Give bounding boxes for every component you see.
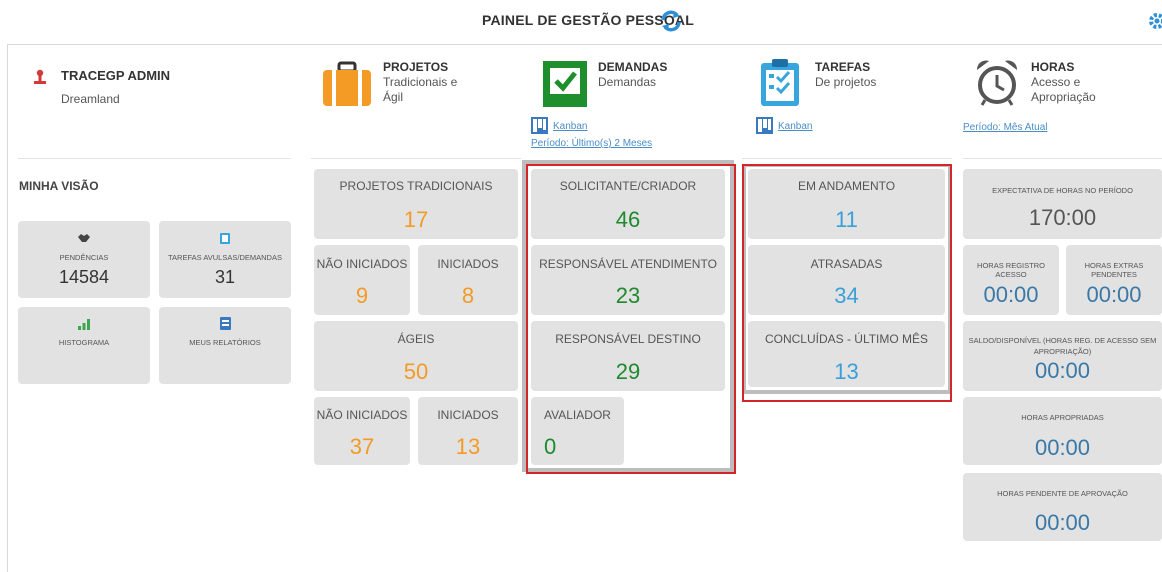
extras-pendentes-tile[interactable]: HORAS EXTRAS PENDENTES 00:00 bbox=[1066, 245, 1162, 315]
saldo-label: SALDO/DISPONÍVEL (HORAS REG. DE ACESSO S… bbox=[968, 336, 1157, 356]
registro-acesso-label: HORAS REGISTRO ACESSO bbox=[977, 261, 1045, 279]
tarefas-title[interactable]: TAREFAS bbox=[815, 60, 870, 74]
horas-subtitle: Acesso e Apropriação bbox=[1031, 75, 1096, 104]
trad-iniciados-tile[interactable]: INICIADOS 8 bbox=[418, 245, 518, 315]
divider bbox=[18, 158, 291, 159]
projetos-tradicionais-label: PROJETOS TRADICIONAIS bbox=[339, 179, 493, 193]
extras-pendentes-label: HORAS EXTRAS PENDENTES bbox=[1084, 261, 1144, 279]
tarefas-avulsas-tile[interactable]: TAREFAS AVULSAS/DEMANDAS 31 bbox=[159, 221, 291, 298]
horas-title[interactable]: HORAS bbox=[1031, 60, 1074, 74]
histograma-label: HISTOGRAMA bbox=[58, 338, 110, 347]
ageis-nao-iniciados-tile[interactable]: NÃO INICIADOS 37 bbox=[314, 397, 410, 465]
projetos-tradicionais-tile[interactable]: PROJETOS TRADICIONAIS 17 bbox=[314, 169, 518, 239]
ageis-value: 50 bbox=[403, 359, 429, 384]
clipboard-icon[interactable] bbox=[759, 57, 801, 107]
demandas-subtitle: Demandas bbox=[598, 75, 657, 89]
user-icon bbox=[34, 69, 46, 84]
projetos-subtitle: Tradicionais e Ágil bbox=[383, 75, 458, 104]
bar-chart-icon bbox=[78, 319, 90, 330]
ageis-iniciados-tile[interactable]: INICIADOS 13 bbox=[418, 397, 518, 465]
saldo-value: 00:00 bbox=[1034, 358, 1091, 383]
clipboard-small-icon bbox=[220, 233, 230, 244]
divider bbox=[742, 158, 952, 159]
user-name: TRACEGP ADMIN bbox=[61, 68, 171, 83]
demandas-check-icon[interactable] bbox=[543, 59, 587, 107]
ageis-nao-iniciados-value: 37 bbox=[349, 434, 375, 459]
pendencias-value: 14584 bbox=[58, 267, 110, 287]
ageis-nao-iniciados-label: NÃO INICIADOS bbox=[316, 408, 408, 422]
divider bbox=[963, 158, 1162, 159]
alarm-clock-icon[interactable] bbox=[975, 58, 1019, 106]
divider bbox=[311, 158, 521, 159]
header-divider bbox=[8, 44, 1162, 45]
tarefas-avulsas-value: 31 bbox=[214, 267, 236, 287]
histograma-tile[interactable]: HISTOGRAMA bbox=[18, 307, 150, 384]
report-icon bbox=[220, 317, 231, 330]
pendente-aprovacao-label: HORAS PENDENTE DE APROVAÇÃO bbox=[997, 489, 1128, 498]
expectativa-label: EXPECTATIVA DE HORAS NO PERÍODO bbox=[992, 186, 1133, 195]
ageis-label: ÁGEIS bbox=[397, 332, 435, 346]
extras-pendentes-value: 00:00 bbox=[1086, 282, 1142, 307]
minha-visao-title: MINHA VISÃO bbox=[19, 179, 99, 193]
tarefas-kanban-link[interactable]: Kanban bbox=[756, 121, 812, 132]
ageis-tile[interactable]: ÁGEIS 50 bbox=[314, 321, 518, 391]
horas-period-link[interactable]: Período: Mês Atual bbox=[963, 122, 1048, 133]
pendente-aprovacao-value: 00:00 bbox=[1034, 510, 1091, 535]
projetos-tradicionais-value: 17 bbox=[403, 207, 429, 232]
trad-iniciados-label: INICIADOS bbox=[437, 257, 499, 271]
ageis-iniciados-value: 13 bbox=[455, 434, 481, 459]
projetos-title[interactable]: PROJETOS bbox=[383, 60, 448, 74]
trad-nao-iniciados-tile[interactable]: NÃO INICIADOS 9 bbox=[314, 245, 410, 315]
gear-icon[interactable] bbox=[1146, 10, 1162, 32]
saldo-tile[interactable]: SALDO/DISPONÍVEL (HORAS REG. DE ACESSO S… bbox=[963, 321, 1162, 391]
handshake-icon bbox=[78, 234, 90, 242]
relatorios-label: MEUS RELATÓRIOS bbox=[189, 338, 261, 347]
trad-nao-iniciados-value: 9 bbox=[355, 283, 369, 308]
pendencias-tile[interactable]: PENDÊNCIAS 14584 bbox=[18, 221, 150, 298]
demandas-highlight bbox=[526, 164, 736, 474]
expectativa-value: 170:00 bbox=[1028, 205, 1097, 230]
relatorios-tile[interactable]: MEUS RELATÓRIOS bbox=[159, 307, 291, 384]
apropriadas-value: 00:00 bbox=[1034, 435, 1091, 460]
expectativa-tile[interactable]: EXPECTATIVA DE HORAS NO PERÍODO 170:00 bbox=[963, 169, 1162, 239]
pendente-aprovacao-tile[interactable]: HORAS PENDENTE DE APROVAÇÃO 00:00 bbox=[963, 473, 1162, 541]
trad-iniciados-value: 8 bbox=[461, 283, 475, 308]
user-org: Dreamland bbox=[61, 92, 120, 106]
tarefas-subtitle: De projetos bbox=[815, 75, 877, 89]
tarefas-highlight bbox=[742, 164, 952, 402]
demandas-kanban-link[interactable]: Kanban bbox=[531, 121, 587, 132]
left-border bbox=[7, 44, 8, 572]
apropriadas-label: HORAS APROPRIADAS bbox=[1021, 413, 1104, 422]
registro-acesso-tile[interactable]: HORAS REGISTRO ACESSO 00:00 bbox=[963, 245, 1059, 315]
ageis-iniciados-label: INICIADOS bbox=[437, 408, 499, 422]
demandas-title[interactable]: DEMANDAS bbox=[598, 60, 667, 74]
tarefas-avulsas-label: TAREFAS AVULSAS/DEMANDAS bbox=[168, 253, 282, 262]
briefcase-icon[interactable] bbox=[321, 60, 373, 108]
trad-nao-iniciados-label: NÃO INICIADOS bbox=[316, 257, 408, 271]
demandas-period-link[interactable]: Período: Último(s) 2 Meses bbox=[531, 138, 652, 149]
pendencias-label: PENDÊNCIAS bbox=[59, 253, 109, 262]
apropriadas-tile[interactable]: HORAS APROPRIADAS 00:00 bbox=[963, 397, 1162, 465]
refresh-icon[interactable] bbox=[660, 10, 682, 32]
registro-acesso-value: 00:00 bbox=[983, 282, 1039, 307]
